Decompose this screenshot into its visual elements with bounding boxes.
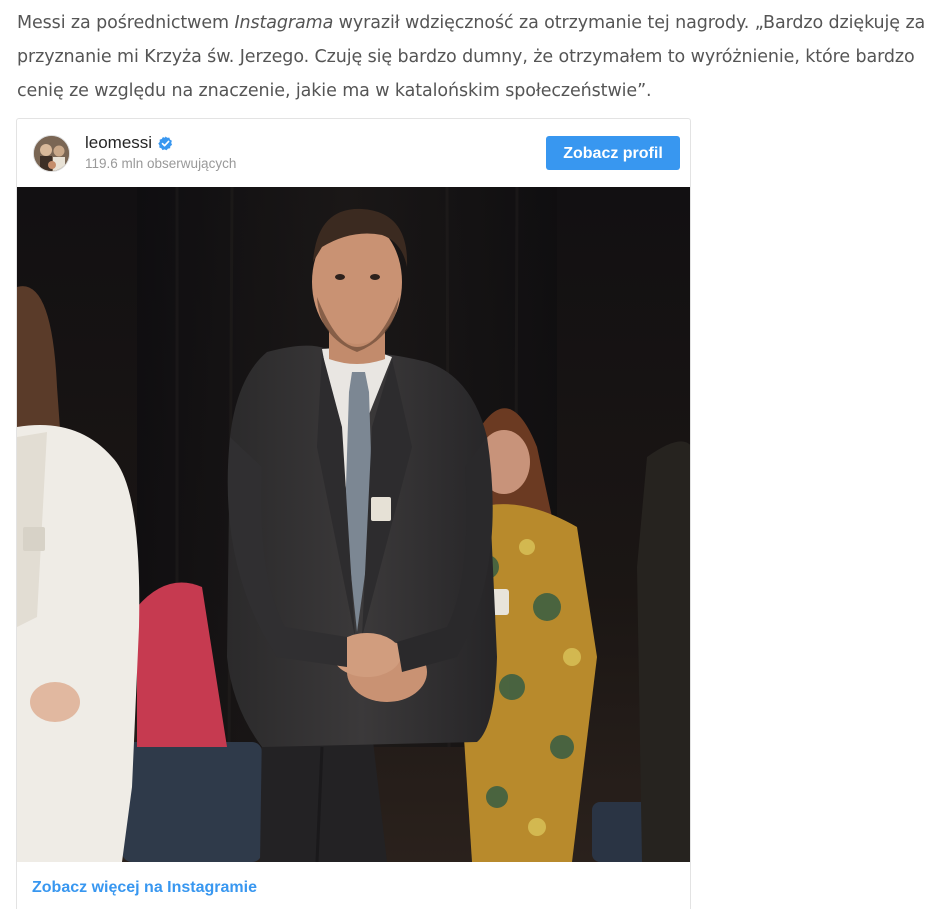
instagram-post-image[interactable] [17,187,690,862]
paragraph-text-start: Messi za pośrednictwem [17,13,235,33]
instagram-emphasis: Instagrama [234,13,334,33]
username[interactable]: leomessi [85,133,152,153]
follower-count: 119.6 mln obserwujących [85,156,237,171]
username-row: leomessi [85,133,173,153]
view-profile-button[interactable]: Zobacz profil [546,136,680,170]
instagram-embed-header: leomessi 119.6 mln obserwujących Zobacz … [17,119,690,187]
verified-badge-icon [158,135,173,151]
post-photo-illustration [17,187,690,862]
instagram-embed: leomessi 119.6 mln obserwujących Zobacz … [16,118,691,909]
avatar[interactable] [33,135,70,172]
article-paragraph: Messi za pośrednictwem Instagrama wyrazi… [17,6,937,108]
view-more-on-instagram-link[interactable]: Zobacz więcej na Instagramie [32,879,257,897]
avatar-image [34,136,69,171]
